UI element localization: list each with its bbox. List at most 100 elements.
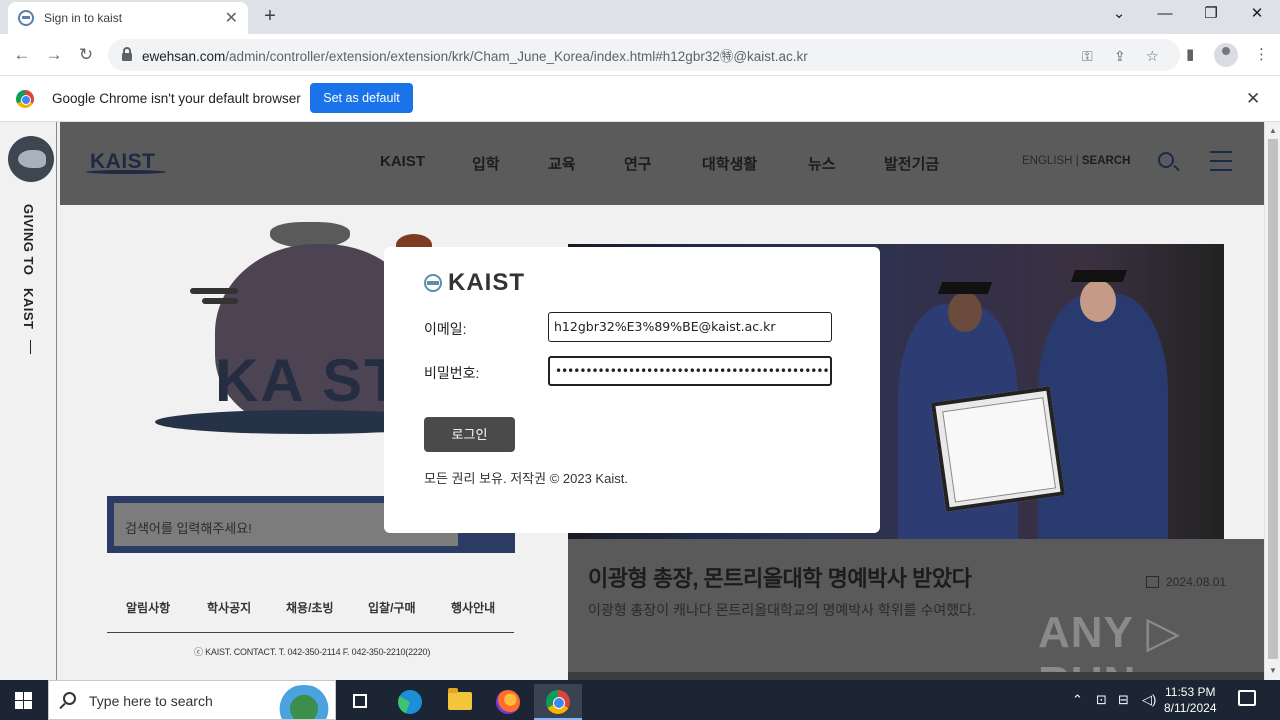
nav-education[interactable]: 교육 xyxy=(548,153,576,174)
password-field[interactable]: ••••••••••••••••••••••••••••••••••••••••… xyxy=(548,356,832,386)
logo-swoosh xyxy=(86,170,166,174)
taskbar-search-placeholder: Type here to search xyxy=(89,693,213,709)
window-close-button[interactable]: ✕ xyxy=(1234,0,1280,30)
page-scrollbar[interactable]: ▲ ▼ xyxy=(1264,122,1280,680)
login-button[interactable]: 로그인 xyxy=(424,417,515,452)
file-explorer-app[interactable] xyxy=(436,684,484,720)
kaist-emblem-icon xyxy=(424,274,442,292)
news-panel[interactable]: 이광형 총장, 몬트리올대학 명예박사 받았다 2024.08.01 이광형 총… xyxy=(568,539,1264,680)
photo-face xyxy=(1080,280,1116,322)
giving-to-kaist-link[interactable]: GIVING TO KAIST xyxy=(21,204,36,329)
restore-button[interactable]: ❐ xyxy=(1188,0,1234,30)
login-modal: KAIST 이메일: h12gbr32%E3%89%BE@kaist.ac.kr… xyxy=(384,247,880,533)
url-text: ewehsan.com/admin/controller/extension/e… xyxy=(142,49,808,64)
footer-link-events[interactable]: 행사안내 xyxy=(451,599,495,616)
language-search-links[interactable]: ENGLISH | SEARCH xyxy=(1022,155,1130,167)
volume-icon[interactable]: ◁) xyxy=(1142,692,1156,708)
speed-line xyxy=(202,298,238,304)
back-arrow-icon[interactable]: ← xyxy=(10,43,34,67)
nav-admission[interactable]: 입학 xyxy=(472,153,500,174)
firefox-app[interactable] xyxy=(484,684,532,720)
email-label: 이메일: xyxy=(424,321,467,337)
left-giving-bar: GIVING TO KAIST xyxy=(0,122,57,680)
tray-chevron-icon[interactable]: ⌃ xyxy=(1072,692,1083,708)
network-icon[interactable]: ⊟ xyxy=(1118,692,1129,708)
windows-start-icon[interactable] xyxy=(15,692,32,709)
tray-device-icon[interactable]: ⊡ xyxy=(1096,692,1107,708)
browser-toolbar: ← → ↻ ewehsan.com/admin/controller/exten… xyxy=(0,34,1280,76)
anyrun-watermark: ANY ▷ RUN xyxy=(1038,608,1182,680)
scroll-thumb[interactable] xyxy=(1268,139,1278,659)
contact-info: ⓒ KAIST. CONTACT. T. 042-350-2114 F. 042… xyxy=(194,647,431,657)
search-icon[interactable] xyxy=(1158,152,1174,168)
footer-link-academic[interactable]: 학사공지 xyxy=(207,599,251,616)
password-label: 비밀번호: xyxy=(424,365,480,381)
footer-link-notice[interactable]: 알림사항 xyxy=(126,599,170,616)
scroll-down-icon[interactable]: ▼ xyxy=(1269,666,1277,675)
footer-link-bid[interactable]: 입찰/구매 xyxy=(368,599,416,616)
minimize-button[interactable]: — xyxy=(1142,0,1188,30)
close-tab-icon[interactable]: ✕ xyxy=(225,8,238,28)
firefox-icon xyxy=(496,690,520,714)
clock-time: 11:53 PM xyxy=(1165,685,1216,699)
divider xyxy=(30,340,31,354)
forward-arrow-icon[interactable]: → xyxy=(42,43,66,67)
nav-news[interactable]: 뉴스 xyxy=(808,153,836,174)
nav-fund[interactable]: 발전기금 xyxy=(884,153,939,174)
photo-figure xyxy=(1038,294,1168,539)
copyright-text: 모든 권리 보유. 저작권 © 2023 Kaist. xyxy=(424,471,628,486)
tab-title: Sign in to kaist xyxy=(44,11,123,25)
address-bar[interactable]: ewehsan.com/admin/controller/extension/e… xyxy=(108,39,1180,71)
mascot-logo[interactable] xyxy=(8,136,54,182)
web-page: GIVING TO KAIST KAIST KAIST 입학 교육 연구 대학생… xyxy=(0,122,1264,680)
photo-cap xyxy=(937,282,993,294)
clock-date: 8/11/2024 xyxy=(1164,701,1217,715)
email-field[interactable]: h12gbr32%E3%89%BE@kaist.ac.kr xyxy=(548,312,832,342)
bottom-strip xyxy=(568,672,1264,680)
nav-kaist[interactable]: KAIST xyxy=(380,153,425,170)
star-bookmark-icon[interactable]: ☆ xyxy=(1146,48,1159,65)
notification-icon[interactable] xyxy=(1238,690,1256,706)
task-view-button[interactable] xyxy=(336,684,384,720)
kaist-favicon-icon xyxy=(18,10,34,26)
side-panel-icon[interactable]: ▮ xyxy=(1186,45,1194,63)
infobar-close-icon[interactable]: ✕ xyxy=(1246,89,1260,109)
photo-diploma xyxy=(930,386,1066,512)
search-highlight-globe-icon xyxy=(279,685,329,719)
default-browser-infobar: Google Chrome isn't your default browser… xyxy=(0,77,1280,122)
nav-research[interactable]: 연구 xyxy=(624,153,652,174)
infobar-text: Google Chrome isn't your default browser xyxy=(52,91,301,106)
tab-search-chevron-icon[interactable]: ⌄ xyxy=(1096,0,1142,30)
task-view-icon xyxy=(353,694,367,708)
share-icon[interactable]: ⇪ xyxy=(1114,48,1126,65)
chrome-app[interactable] xyxy=(534,684,582,720)
search-placeholder: 검색어를 입력해주세요! xyxy=(125,521,252,536)
modal-logo: KAIST xyxy=(424,269,525,297)
footer-divider xyxy=(107,632,514,633)
speed-line xyxy=(190,288,238,294)
reload-icon[interactable]: ↻ xyxy=(74,43,98,67)
taskbar-search[interactable]: Type here to search xyxy=(48,680,336,720)
calendar-icon xyxy=(1146,576,1159,588)
menu-kebab-icon[interactable]: ⋮ xyxy=(1254,45,1269,63)
site-header: KAIST KAIST 입학 교육 연구 대학생활 뉴스 발전기금 ENGLIS… xyxy=(60,122,1264,205)
browser-tab[interactable]: Sign in to kaist ✕ xyxy=(8,2,248,34)
taskbar-clock[interactable]: 11:53 PM 8/11/2024 xyxy=(1164,684,1217,716)
footer-link-recruit[interactable]: 채용/초빙 xyxy=(286,599,334,616)
search-icon xyxy=(63,692,76,705)
photo-face xyxy=(948,292,982,332)
folder-icon xyxy=(448,688,472,710)
scroll-up-icon[interactable]: ▲ xyxy=(1269,126,1277,135)
tab-strip: Sign in to kaist ✕ + ⌄ — ❐ ✕ xyxy=(0,0,1280,34)
set-default-button[interactable]: Set as default xyxy=(310,83,413,113)
new-tab-button[interactable]: + xyxy=(258,4,282,28)
edge-app[interactable] xyxy=(386,684,434,720)
news-title[interactable]: 이광형 총장, 몬트리올대학 명예박사 받았다 xyxy=(588,561,972,593)
profile-avatar[interactable] xyxy=(1214,43,1238,67)
hamburger-menu-icon[interactable] xyxy=(1210,151,1232,178)
news-description: 이광형 총장이 캐나다 몬트리올대학교의 명예박사 학위를 수여했다. xyxy=(588,602,976,618)
bag-text: KA ST xyxy=(215,347,403,414)
key-icon[interactable]: ⚿ xyxy=(1082,48,1093,65)
photo-cap xyxy=(1070,270,1128,282)
nav-campus-life[interactable]: 대학생활 xyxy=(702,153,757,174)
